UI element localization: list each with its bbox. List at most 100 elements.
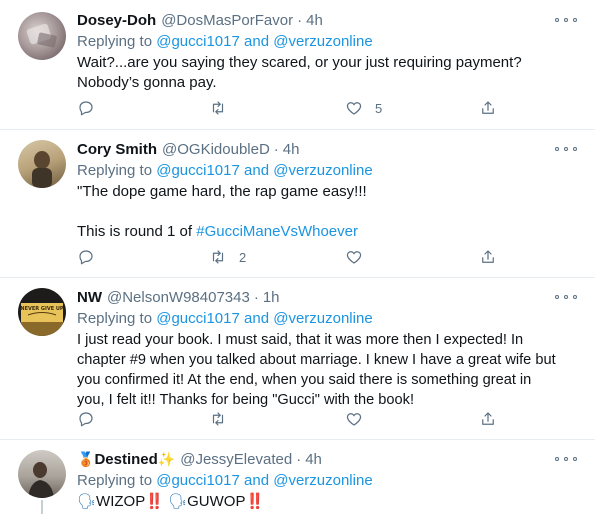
replying-prefix: Replying to [77, 162, 153, 179]
mention-link[interactable]: @gucci1017 [156, 310, 240, 327]
tweet-body: NW @NelsonW98407343 · 1h Replying to @gu… [77, 286, 581, 410]
like-icon [346, 251, 362, 264]
tweet[interactable]: NEVER GIVE UP NW @NelsonW98407343 · 1h R… [0, 278, 595, 440]
tweet[interactable]: 🥉 Destined ✨ @JessyElevated · 4h Replyin… [0, 440, 595, 514]
replying-to: Replying to @gucci1017 and @verzuzonline [77, 31, 581, 52]
mention-link[interactable]: @verzuzonline [273, 472, 372, 489]
mention-link[interactable]: @verzuzonline [273, 162, 372, 179]
like-count: 5 [375, 100, 383, 116]
tweet-actions [77, 408, 517, 430]
reply-button[interactable] [77, 97, 95, 119]
tweet-actions: 2 [77, 246, 517, 268]
tweet-actions: 5 [77, 97, 517, 119]
tweet-text-line: "The dope game hard, the rap game easy!!… [77, 183, 367, 200]
replying-prefix: Replying to [77, 310, 153, 327]
share-icon [482, 412, 494, 425]
avatar[interactable] [18, 12, 66, 60]
double-exclamation-emoji: ‼️ [145, 493, 164, 510]
more-icon[interactable] [555, 291, 577, 303]
mention-and[interactable]: and [244, 162, 269, 179]
retweet-button[interactable] [209, 97, 227, 119]
share-icon [482, 101, 494, 114]
avatar[interactable] [18, 450, 66, 498]
tweet-text-line: This is round 1 of #GucciManeVsWhoever [77, 222, 581, 242]
retweet-count: 2 [239, 249, 247, 265]
display-name[interactable]: Cory Smith [77, 141, 157, 158]
replying-prefix: Replying to [77, 33, 153, 50]
like-button[interactable] [345, 408, 363, 430]
tweet-body: Dosey-Doh @DosMasPorFavor · 4h Replying … [77, 9, 581, 93]
user-handle[interactable]: @OGKidoubleD [162, 141, 270, 158]
mention-link[interactable]: @verzuzonline [273, 310, 372, 327]
tweet-word: WIZOP [96, 493, 146, 510]
timestamp[interactable]: 4h [306, 12, 323, 29]
share-icon [482, 250, 494, 263]
reply-button[interactable] [77, 408, 95, 430]
share-button[interactable] [479, 246, 497, 268]
mention-link[interactable]: @gucci1017 [156, 33, 240, 50]
hashtag-link[interactable]: #GucciManeVsWhoever [196, 223, 358, 240]
tweet[interactable]: Cory Smith @OGKidoubleD · 4h Replying to… [0, 130, 595, 278]
tweet-text-line: Nobody’s gonna pay. [77, 74, 217, 91]
reply-button[interactable] [77, 246, 95, 268]
tweet-body: 🥉 Destined ✨ @JessyElevated · 4h Replyin… [77, 448, 581, 512]
tweet[interactable]: Dosey-Doh @DosMasPorFavor · 4h Replying … [0, 0, 595, 130]
mention-link[interactable]: @gucci1017 [156, 162, 240, 179]
tweet-text-line: you confirmed it! At the end, when you s… [77, 372, 532, 388]
avatar[interactable]: NEVER GIVE UP [18, 288, 66, 336]
display-name[interactable]: Dosey-Doh [77, 12, 156, 29]
avatar-image [32, 151, 52, 188]
tweet-text: "The dope game hard, the rap game easy!!… [77, 182, 581, 242]
display-name[interactable]: NW [77, 289, 102, 306]
separator-dot: · [253, 288, 259, 306]
timestamp[interactable]: 4h [305, 451, 322, 468]
tweet-text: I just read your book. I must said, that… [77, 330, 581, 410]
share-button[interactable] [479, 408, 497, 430]
medal-emoji: 🥉 [77, 450, 95, 467]
replying-to: Replying to @gucci1017 and @verzuzonline [77, 160, 581, 181]
mention-and[interactable]: and [244, 472, 269, 489]
tweet-header: NW @NelsonW98407343 · 1h [77, 286, 581, 308]
mention-and[interactable]: and [244, 310, 269, 327]
like-icon [346, 102, 362, 115]
avatar-image [28, 462, 54, 498]
reply-icon [79, 101, 93, 116]
user-handle[interactable]: @DosMasPorFavor [161, 12, 293, 29]
like-button[interactable] [345, 246, 363, 268]
replying-to: Replying to @gucci1017 and @verzuzonline [77, 470, 581, 491]
tweet-feed: Dosey-Doh @DosMasPorFavor · 4h Replying … [0, 0, 595, 514]
reply-icon [79, 250, 93, 265]
user-handle[interactable]: @NelsonW98407343 [107, 289, 250, 306]
retweet-icon [212, 250, 224, 264]
share-button[interactable] [479, 97, 497, 119]
tweet-word: GUWOP [187, 493, 246, 510]
avatar-image: NEVER GIVE UP [20, 303, 64, 336]
mention-link[interactable]: @verzuzonline [273, 33, 372, 50]
tweet-text: Wait?...are you saying they scared, or y… [77, 53, 581, 93]
tweet-header: Cory Smith @OGKidoubleD · 4h [77, 138, 581, 160]
more-icon[interactable] [555, 143, 577, 155]
tweet-text-line: Wait?...are you saying they scared, or y… [77, 54, 522, 71]
more-icon[interactable] [555, 14, 577, 26]
tweet-header: Dosey-Doh @DosMasPorFavor · 4h [77, 9, 581, 31]
separator-dot: · [296, 450, 302, 468]
user-handle[interactable]: @JessyElevated [180, 451, 292, 468]
timestamp[interactable]: 4h [283, 141, 300, 158]
more-icon[interactable] [555, 453, 577, 465]
tweet-text-line: you, I felt it!! Thanks for being "Gucci… [77, 392, 414, 408]
thread-line [41, 500, 43, 514]
retweet-button[interactable] [209, 408, 227, 430]
avatar[interactable] [18, 140, 66, 188]
timestamp[interactable]: 1h [263, 289, 280, 306]
mention-link[interactable]: @gucci1017 [156, 472, 240, 489]
like-button[interactable]: 5 [345, 97, 382, 119]
like-icon [346, 413, 362, 426]
avatar-text: NEVER GIVE UP [20, 306, 64, 312]
retweet-icon [212, 101, 224, 115]
display-name[interactable]: Destined [94, 451, 157, 468]
retweet-icon [212, 412, 224, 426]
speaking-head-emoji: 🗣 [77, 493, 97, 510]
retweet-button[interactable]: 2 [209, 246, 246, 268]
mention-and[interactable]: and [244, 33, 269, 50]
